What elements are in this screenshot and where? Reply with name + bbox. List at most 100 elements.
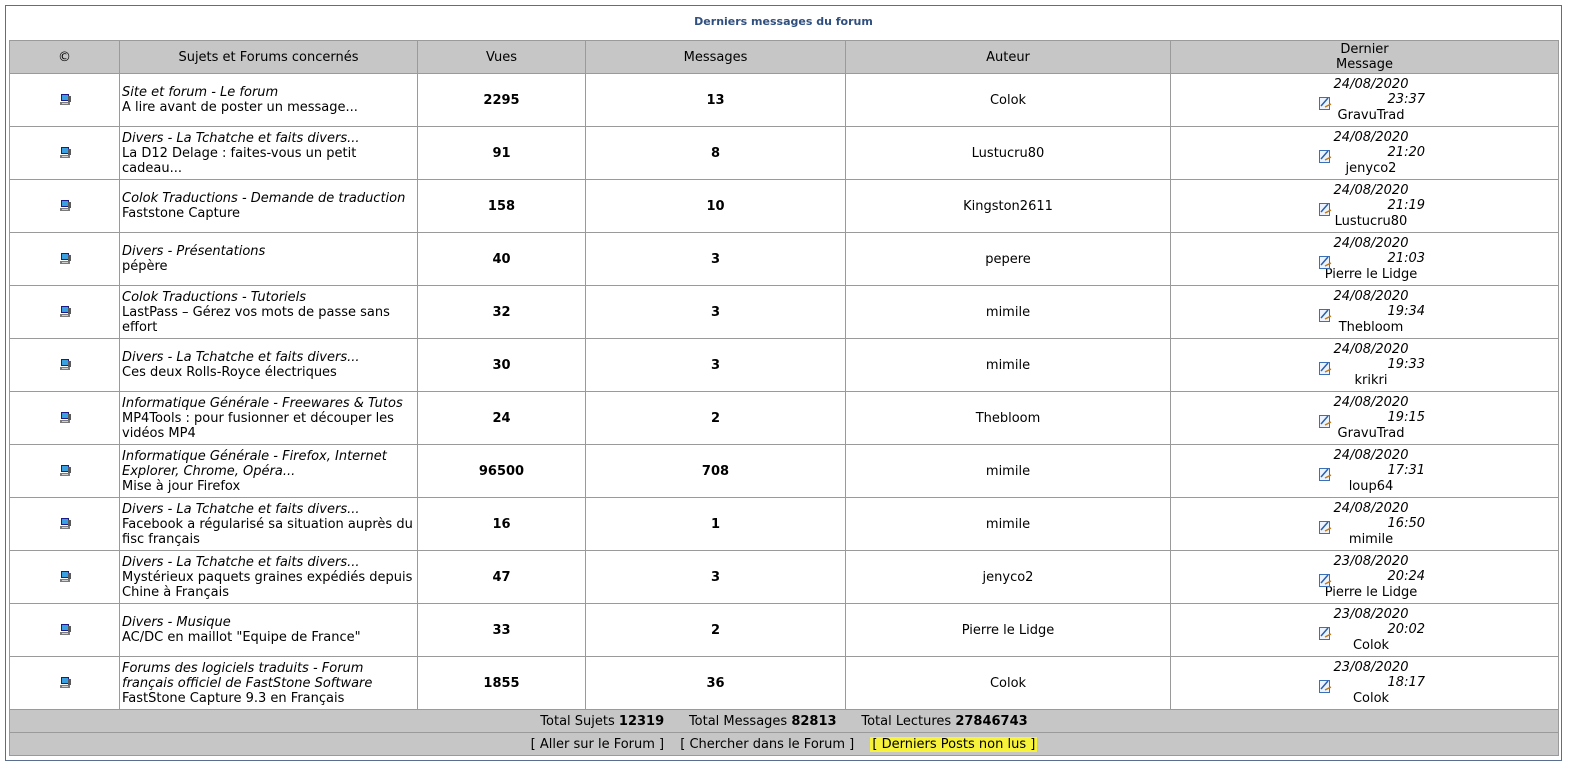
subject-cell: Forums des logiciels traduits - Forum fr…: [119, 656, 418, 710]
author-cell: Pierre le Lidge: [845, 603, 1171, 657]
last-message-cell: 24/08/2020 16:50 mimile: [1170, 497, 1559, 551]
subject-cell: Informatique Générale - Freewares & Tuto…: [119, 391, 418, 445]
subject-cell: Divers - Présentations pépère: [119, 232, 418, 286]
author-cell: Colok: [845, 73, 1171, 127]
topic-icon-cell: [9, 603, 120, 657]
total-sujets-label: Total Sujets: [540, 713, 615, 729]
total-messages-label: Total Messages: [688, 713, 788, 729]
table-row: Divers - La Tchatche et faits divers... M…: [9, 550, 1559, 604]
forum-name-link[interactable]: Divers - La Tchatche et faits divers...: [122, 350, 417, 365]
messages-cell: 1: [585, 497, 846, 551]
table-row: Informatique Générale - Freewares & Tuto…: [9, 391, 1559, 445]
table-row: Forums des logiciels traduits - Forum fr…: [9, 656, 1559, 710]
last-message-date: 23/08/2020: [1333, 606, 1409, 622]
col-header-messages: Messages: [585, 40, 846, 74]
computer-icon: [58, 146, 72, 161]
col-header-views: Vues: [417, 40, 586, 74]
table-row: Informatique Générale - Firefox, Interne…: [9, 444, 1559, 498]
forum-name-link[interactable]: Divers - La Tchatche et faits divers...: [122, 555, 417, 570]
forum-name-link[interactable]: Informatique Générale - Freewares & Tuto…: [122, 396, 417, 411]
last-message-user: loup64: [1348, 478, 1394, 494]
views-cell: 30: [417, 338, 586, 392]
last-message-date: 24/08/2020: [1333, 341, 1409, 357]
last-message-date: 24/08/2020: [1333, 288, 1409, 304]
subject-cell: Divers - Musique AC/DC en maillot "Equipe…: [119, 603, 418, 657]
messages-cell: 10: [585, 179, 846, 233]
table-row: Colok Traductions - Demande de traductio…: [9, 179, 1559, 233]
forum-name-link[interactable]: Divers - La Tchatche et faits divers...: [122, 131, 417, 146]
last-message-date: 24/08/2020: [1333, 76, 1409, 92]
last-message-cell: 24/08/2020 21:03 Pierre le Lidge: [1170, 232, 1559, 286]
forum-name-link[interactable]: Colok Traductions - Tutoriels: [122, 290, 417, 305]
forum-name-link[interactable]: Divers - Musique: [122, 615, 417, 630]
views-cell: 1855: [417, 656, 586, 710]
last-message-date: 24/08/2020: [1333, 129, 1409, 145]
forum-name-link[interactable]: Colok Traductions - Demande de traductio…: [122, 191, 417, 206]
subject-cell: Colok Traductions - Demande de traductio…: [119, 179, 418, 233]
last-message-user: mimile: [1348, 531, 1394, 547]
author-cell: mimile: [845, 444, 1171, 498]
last-message-user: Colok: [1352, 637, 1390, 653]
forum-name-link[interactable]: Divers - Présentations: [122, 244, 417, 259]
last-message-cell: 24/08/2020 19:33 krikri: [1170, 338, 1559, 392]
messages-cell: 13: [585, 73, 846, 127]
author-cell: jenyco2: [845, 550, 1171, 604]
topic-title-link[interactable]: Faststone Capture: [122, 206, 240, 221]
topic-title-link[interactable]: AC/DC en maillot "Equipe de France": [122, 630, 361, 645]
topic-title-link[interactable]: LastPass – Gérez vos mots de passe sans …: [122, 305, 390, 335]
subject-cell: Divers - La Tchatche et faits divers... L…: [119, 126, 418, 180]
last-message-user: krikri: [1354, 372, 1388, 388]
topic-title-link[interactable]: MP4Tools : pour fusionner et découper le…: [122, 411, 394, 441]
last-message-user: Pierre le Lidge: [1324, 584, 1418, 600]
last-message-cell: 23/08/2020 18:17 Colok: [1170, 656, 1559, 710]
forum-frame: Derniers messages du forum © Sujets et F…: [5, 5, 1562, 761]
go-to-forum-link[interactable]: [ Aller sur le Forum ]: [531, 737, 664, 752]
topic-title-link[interactable]: FastStone Capture 9.3 en Français: [122, 691, 344, 706]
views-cell: 91: [417, 126, 586, 180]
search-forum-link[interactable]: [ Chercher dans le Forum ]: [680, 737, 854, 752]
table-row: Divers - Musique AC/DC en maillot "Equipe…: [9, 603, 1559, 657]
links-cell: [ Aller sur le Forum ] [ Chercher dans l…: [9, 732, 1559, 756]
topic-icon-cell: [9, 179, 120, 233]
topic-title-link[interactable]: Facebook a régularisé sa situation auprè…: [122, 517, 413, 547]
messages-cell: 8: [585, 126, 846, 180]
messages-cell: 3: [585, 232, 846, 286]
subject-cell: Divers - La Tchatche et faits divers... F…: [119, 497, 418, 551]
topic-title-link[interactable]: La D12 Delage : faites-vous un petit cad…: [122, 146, 356, 176]
views-cell: 24: [417, 391, 586, 445]
topic-title-link[interactable]: pépère: [122, 259, 168, 274]
col-header-last-message: Dernier Message: [1170, 40, 1559, 74]
views-cell: 33: [417, 603, 586, 657]
messages-cell: 2: [585, 391, 846, 445]
topic-title-link[interactable]: A lire avant de poster un message...: [122, 100, 358, 115]
forum-name-link[interactable]: Site et forum - Le forum: [122, 85, 417, 100]
last-message-cell: 24/08/2020 23:37 GravuTrad: [1170, 73, 1559, 127]
topic-title-link[interactable]: Mise à jour Firefox: [122, 479, 240, 494]
total-sujets-value: 12319: [618, 713, 665, 729]
forum-name-link[interactable]: Forums des logiciels traduits - Forum fr…: [122, 661, 417, 691]
computer-icon: [58, 517, 72, 532]
messages-cell: 36: [585, 656, 846, 710]
topic-icon-cell: [9, 497, 120, 551]
topic-icon-cell: [9, 126, 120, 180]
page-title: Derniers messages du forum: [694, 15, 873, 28]
computer-icon: [58, 252, 72, 267]
messages-cell: 3: [585, 550, 846, 604]
computer-icon: [58, 676, 72, 691]
col-header-subject: Sujets et Forums concernés: [119, 40, 418, 74]
table-row: Site et forum - Le forum A lire avant de …: [9, 73, 1559, 127]
col-header-icon: ©: [9, 40, 120, 74]
unread-posts-link[interactable]: [ Derniers Posts non lus ]: [870, 736, 1038, 752]
author-cell: Thebloom: [845, 391, 1171, 445]
topic-title-link[interactable]: Ces deux Rolls-Royce électriques: [122, 365, 337, 380]
table-row: Divers - La Tchatche et faits divers... L…: [9, 126, 1559, 180]
topic-title-link[interactable]: Mystérieux paquets graines expédiés depu…: [122, 570, 412, 600]
views-cell: 40: [417, 232, 586, 286]
topic-icon-cell: [9, 444, 120, 498]
computer-icon: [58, 623, 72, 638]
topic-icon-cell: [9, 656, 120, 710]
forum-name-link[interactable]: Informatique Générale - Firefox, Interne…: [122, 449, 417, 479]
views-cell: 16: [417, 497, 586, 551]
table-row: Colok Traductions - Tutoriels LastPass – …: [9, 285, 1559, 339]
forum-name-link[interactable]: Divers - La Tchatche et faits divers...: [122, 502, 417, 517]
